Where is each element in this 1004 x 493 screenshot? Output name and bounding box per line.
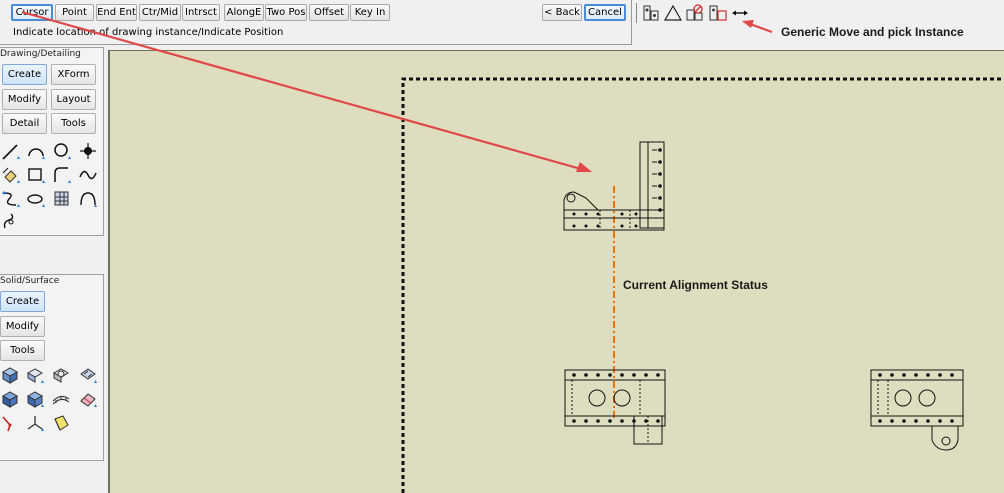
annotation-arrow-cursor bbox=[21, 10, 592, 172]
drawing-instance-right bbox=[870, 369, 964, 451]
canvas-overlay bbox=[21, 10, 1004, 493]
alignment-status-annotation: Current Alignment Status bbox=[623, 278, 768, 292]
annotation-arrow-generic-move bbox=[742, 20, 773, 34]
